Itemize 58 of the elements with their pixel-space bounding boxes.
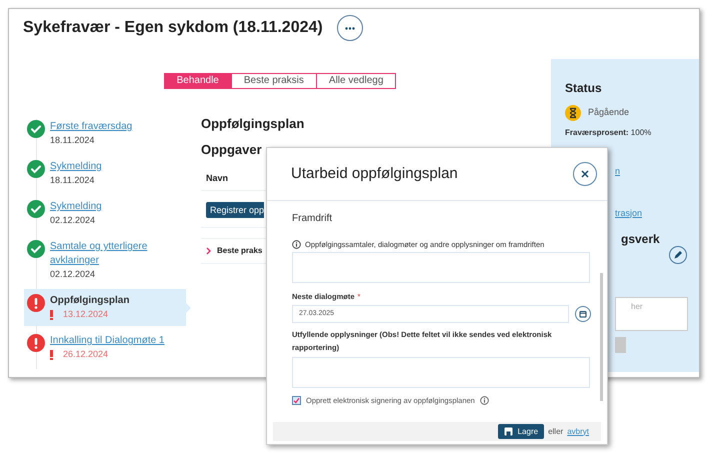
comment-field[interactable]: her	[615, 297, 688, 331]
timeline-link[interactable]: Sykmelding	[50, 200, 102, 214]
close-button[interactable]	[573, 162, 597, 186]
status-text: Pågående	[588, 106, 630, 120]
timeline-item[interactable]: Sykmelding 18.11.2024	[24, 155, 186, 192]
or-text: eller	[548, 426, 564, 438]
timeline-item[interactable]: Oppfølgingsplan 13.12.2024	[24, 289, 186, 326]
chevron-icon	[206, 247, 211, 255]
timeline-date: 02.12.2024	[50, 214, 96, 227]
edit-button[interactable]	[669, 246, 687, 264]
page-title: Sykefravær - Egen sykdom (18.11.2024)	[23, 18, 323, 38]
alert-icon	[27, 294, 45, 312]
close-icon	[581, 170, 589, 178]
subheading: Oppgaver	[201, 142, 263, 158]
signing-checkbox[interactable]	[292, 396, 301, 405]
timeline-label: Oppfølgingsplan	[50, 294, 130, 308]
timeline-link[interactable]: Samtale og ytterligere avklaringer	[50, 240, 186, 268]
info-icon	[292, 240, 301, 250]
timeline-item[interactable]: Sykmelding 02.12.2024	[24, 195, 186, 232]
panel-heading: gsverk	[621, 231, 661, 248]
pointer-arrow	[186, 303, 191, 313]
timeline-date: 26.12.2024	[63, 348, 108, 361]
timeline-link[interactable]: Første fraværsdag	[50, 120, 132, 134]
more-button[interactable]	[336, 15, 363, 41]
timeline-item[interactable]: Første fraværsdag 18.11.2024	[24, 115, 186, 152]
absence-text: Fraværsprosent: 100%	[565, 127, 652, 139]
checkmark-icon	[27, 240, 45, 258]
section-heading: Oppfølgingsplan	[201, 115, 304, 133]
timeline-link[interactable]: Sykmelding	[50, 160, 102, 174]
register-button[interactable]: Registrer opp	[206, 202, 264, 218]
timeline-date: 02.12.2024	[50, 268, 96, 281]
section-title: Framdrift	[292, 212, 333, 226]
calendar-button[interactable]	[575, 306, 591, 322]
accordion-header[interactable]: Beste praks	[201, 245, 262, 257]
timeline-date: 18.11.2024	[50, 174, 94, 187]
timeline-item[interactable]: Innkalling til Dialogmøte 1 26.12.2024	[24, 329, 186, 366]
checkmark-icon	[27, 120, 45, 138]
checkmark-icon	[27, 160, 45, 178]
progress-field[interactable]	[292, 252, 590, 284]
checkmark-icon	[27, 200, 45, 218]
save-button[interactable]: Lagre	[498, 424, 544, 439]
alert-icon	[27, 334, 45, 352]
save-icon	[504, 427, 513, 436]
info-icon	[480, 396, 489, 405]
pencil-icon	[673, 250, 683, 260]
status-heading: Status	[565, 80, 603, 97]
check-icon	[293, 396, 300, 404]
timeline-date: 18.11.2024	[50, 134, 94, 147]
exclamation-icon	[50, 310, 53, 320]
exclamation-icon	[50, 350, 53, 360]
tab[interactable]: Behandle	[164, 74, 231, 88]
hourglass-icon	[565, 105, 581, 121]
details-field[interactable]	[292, 356, 590, 388]
timeline-link[interactable]: Innkalling til Dialogmøte 1	[50, 334, 164, 348]
calendar-icon	[579, 310, 587, 318]
timeline-date: 13.12.2024	[63, 308, 108, 321]
more-icon	[344, 26, 355, 30]
timeline-item[interactable]: Samtale og ytterligere avklaringer 02.12.2024	[24, 235, 186, 286]
